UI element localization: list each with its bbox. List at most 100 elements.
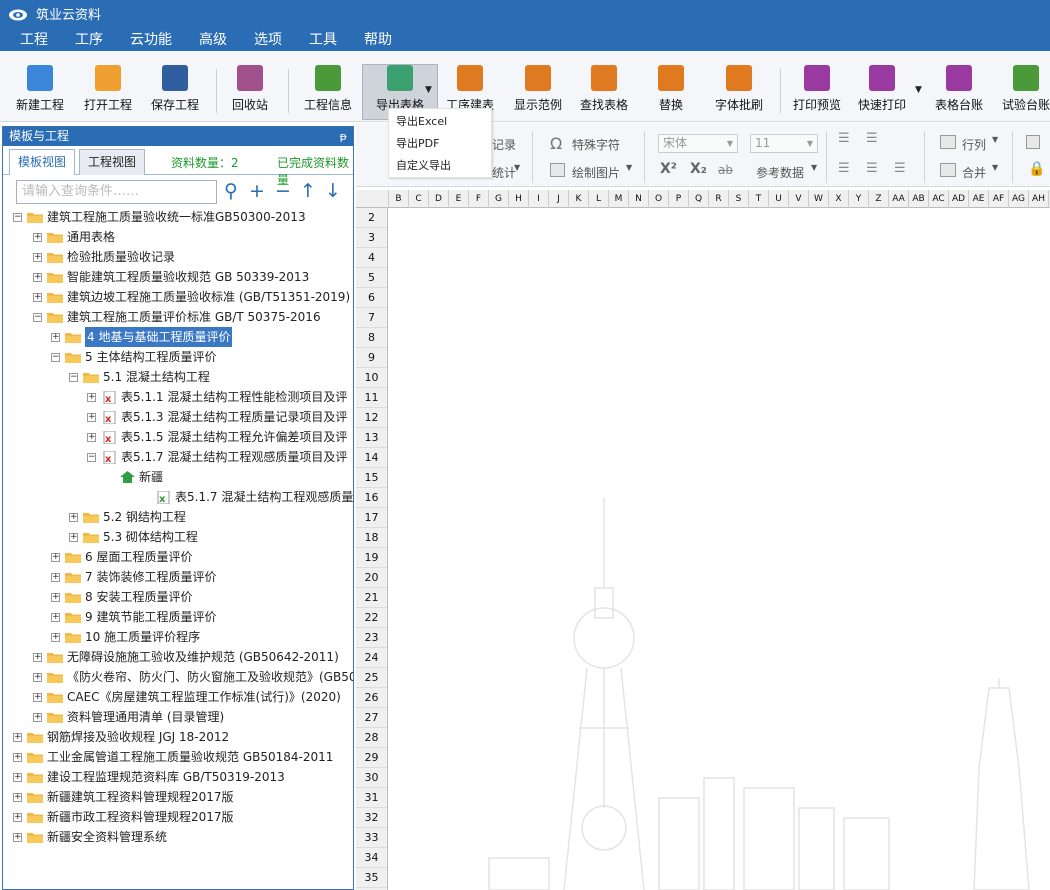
column-header[interactable]: V: [789, 190, 809, 208]
row-header[interactable]: 20: [356, 568, 387, 588]
column-header[interactable]: AA: [889, 190, 909, 208]
row-header[interactable]: 3: [356, 228, 387, 248]
tree-node[interactable]: +4 地基与基础工程质量评价: [3, 327, 353, 347]
align-right-icon[interactable]: ☰: [894, 161, 906, 176]
tree-node[interactable]: + x 表5.1.5 混凝土结构工程允许偏差项目及评: [3, 427, 353, 447]
row-header[interactable]: 27: [356, 708, 387, 728]
expand-icon[interactable]: +: [69, 533, 78, 542]
menu-item-5[interactable]: 工具: [309, 29, 337, 49]
record-label[interactable]: 记录: [492, 136, 516, 153]
quick-print-dropdown-icon[interactable]: ▼: [915, 85, 922, 95]
expand-icon[interactable]: +: [33, 233, 42, 242]
tree-node[interactable]: + 智能建筑工程质量验收规范 GB 50339-2013: [3, 267, 353, 287]
column-header[interactable]: AD: [949, 190, 969, 208]
column-header[interactable]: W: [809, 190, 829, 208]
grid-corner[interactable]: [356, 190, 389, 208]
column-header[interactable]: B: [389, 190, 409, 208]
row-header[interactable]: 2: [356, 208, 387, 228]
expand-icon[interactable]: +: [13, 833, 22, 842]
menu-item-1[interactable]: 工序: [75, 29, 103, 49]
expand-icon[interactable]: +: [87, 393, 96, 402]
row-header[interactable]: 28: [356, 728, 387, 748]
align-center-icon[interactable]: ☰: [866, 131, 878, 146]
row-header[interactable]: 31: [356, 788, 387, 808]
expand-icon[interactable]: +: [13, 753, 22, 762]
expand-icon[interactable]: +: [33, 273, 42, 282]
row-header[interactable]: 25: [356, 668, 387, 688]
subscript-button[interactable]: X₂: [690, 161, 707, 177]
merge-dropdown-icon[interactable]: ▼: [992, 163, 998, 172]
expand-icon[interactable]: +: [51, 553, 60, 562]
row-col-button[interactable]: 行列: [962, 136, 986, 153]
row-header[interactable]: 30: [356, 768, 387, 788]
row-header[interactable]: 19: [356, 548, 387, 568]
row-header[interactable]: 34: [356, 848, 387, 868]
tree-node[interactable]: + 新疆安全资料管理系统: [3, 827, 353, 847]
tree-node[interactable]: + CAEC《房屋建筑工程监理工作标准(试行)》(2020): [3, 687, 353, 707]
column-header[interactable]: E: [449, 190, 469, 208]
row-header[interactable]: 14: [356, 448, 387, 468]
draw-picture-button[interactable]: 绘制图片: [572, 164, 620, 181]
export-menu-item-1[interactable]: 导出PDF: [389, 133, 491, 155]
spreadsheet-area[interactable]: [389, 208, 1050, 890]
tree-node[interactable]: − 5.1 混凝土结构工程: [3, 367, 353, 387]
toolbar-button-2[interactable]: 保存工程: [149, 65, 201, 119]
menu-item-0[interactable]: 工程: [20, 29, 48, 49]
tree-node[interactable]: + 无障碍设施施工验收及维护规范 (GB50642-2011): [3, 647, 353, 667]
column-header[interactable]: Z: [869, 190, 889, 208]
align-left-bottom-icon[interactable]: ☰: [838, 161, 850, 176]
menu-item-4[interactable]: 选项: [254, 29, 282, 49]
collapse-icon[interactable]: −: [69, 373, 78, 382]
tab-template-view[interactable]: 模板视图: [9, 149, 76, 175]
row-header[interactable]: 8: [356, 328, 387, 348]
expand-icon[interactable]: +: [33, 253, 42, 262]
export-menu-item-0[interactable]: 导出Excel: [389, 111, 491, 133]
row-header[interactable]: 18: [356, 528, 387, 548]
tree-node[interactable]: +5.3 砌体结构工程: [3, 527, 353, 547]
menu-item-6[interactable]: 帮助: [364, 29, 392, 49]
column-header[interactable]: D: [429, 190, 449, 208]
superscript-button[interactable]: X²: [660, 161, 677, 177]
special-char-button[interactable]: 特殊字符: [572, 136, 620, 153]
row-header[interactable]: 9: [356, 348, 387, 368]
collapse-icon[interactable]: −: [87, 453, 96, 462]
move-up-icon[interactable]: ↑: [300, 180, 316, 202]
tab-project-view[interactable]: 工程视图: [79, 149, 146, 175]
column-header[interactable]: T: [749, 190, 769, 208]
expand-icon[interactable]: +: [69, 513, 78, 522]
expand-icon[interactable]: +: [51, 633, 60, 642]
row-header[interactable]: 5: [356, 268, 387, 288]
toolbar-button-13[interactable]: 表格台账: [933, 65, 985, 119]
column-header[interactable]: AE: [969, 190, 989, 208]
tree-node[interactable]: +9 建筑节能工程质量评价: [3, 607, 353, 627]
expand-icon[interactable]: +: [13, 733, 22, 742]
menu-item-2[interactable]: 云功能: [130, 29, 172, 49]
font-size-select[interactable]: 11 ▼: [750, 134, 818, 153]
expand-icon[interactable]: +: [51, 333, 60, 342]
align-left-icon[interactable]: ☰: [838, 131, 851, 146]
tree-node[interactable]: + 建设工程监理规范资料库 GB/T50319-2013: [3, 767, 353, 787]
column-header[interactable]: AC: [929, 190, 949, 208]
remove-icon[interactable]: −: [275, 180, 291, 202]
tree-node[interactable]: +10 施工质量评价程序: [3, 627, 353, 647]
tree-node[interactable]: + x 表5.1.1 混凝土结构工程性能检测项目及评: [3, 387, 353, 407]
search-icon[interactable]: ⚲: [224, 180, 238, 202]
strikethrough-button[interactable]: ab: [718, 163, 733, 177]
column-header[interactable]: N: [629, 190, 649, 208]
toolbar-button-12[interactable]: 快速打印: [856, 65, 908, 119]
tree-node[interactable]: − 建筑工程施工质量验收统一标准GB50300-2013: [3, 207, 353, 227]
toolbar-button-8[interactable]: 查找表格: [578, 65, 630, 119]
row-header[interactable]: 12: [356, 408, 387, 428]
pin-icon[interactable]: ᵽ: [340, 127, 347, 146]
collapse-icon[interactable]: −: [13, 213, 22, 222]
column-header[interactable]: J: [549, 190, 569, 208]
tree-node[interactable]: + 新疆建筑工程资料管理规程2017版: [3, 787, 353, 807]
export-table-dropdown-icon[interactable]: ▼: [425, 85, 432, 95]
row-col-dropdown-icon[interactable]: ▼: [992, 135, 998, 144]
column-header[interactable]: F: [469, 190, 489, 208]
column-header[interactable]: R: [709, 190, 729, 208]
row-header[interactable]: 26: [356, 688, 387, 708]
row-header[interactable]: 17: [356, 508, 387, 528]
column-header[interactable]: H: [509, 190, 529, 208]
column-header[interactable]: L: [589, 190, 609, 208]
